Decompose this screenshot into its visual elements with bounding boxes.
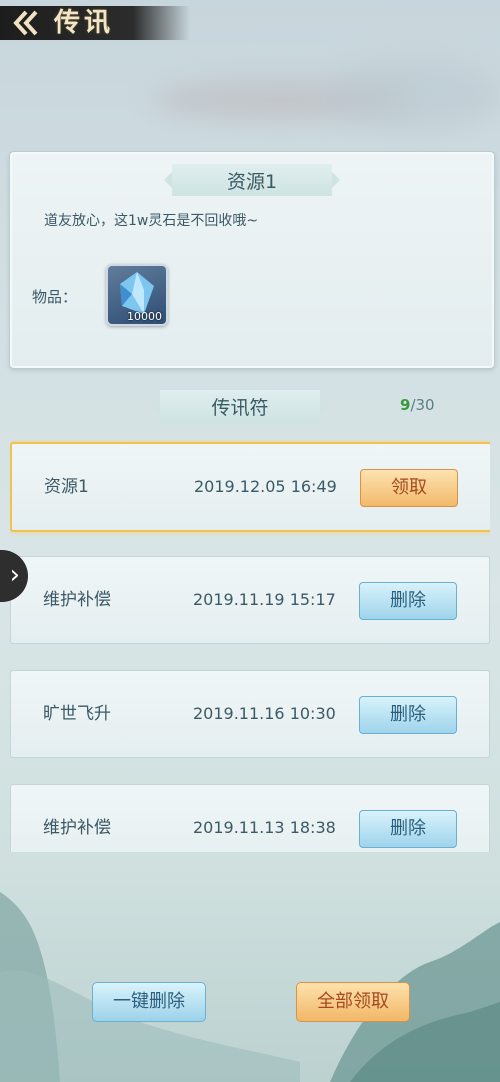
top-bar: 传讯 (0, 0, 260, 46)
chevron-right-icon: › (9, 560, 20, 590)
list-item[interactable]: 维护补偿 2019.11.19 15:17 删除 (10, 556, 490, 644)
list-title: 传讯符 (211, 396, 269, 419)
message-count-current: 9 (400, 396, 411, 414)
detail-title: 资源1 (226, 170, 278, 193)
list-item[interactable]: 旷世飞升 2019.11.16 10:30 删除 (10, 670, 490, 758)
list-title-ribbon: 传讯符 (152, 390, 328, 422)
detail-title-ribbon: 资源1 (164, 164, 340, 196)
message-count: 9/30 (400, 396, 435, 414)
delete-button[interactable]: 删除 (359, 582, 457, 620)
page-title: 传讯 (54, 8, 115, 38)
delete-all-button[interactable]: 一键删除 (92, 982, 206, 1022)
back-arrow-icon[interactable] (10, 8, 44, 38)
message-title: 维护补偿 (43, 590, 111, 610)
message-date: 2019.12.05 16:49 (194, 477, 337, 496)
message-count-total: /30 (410, 396, 435, 414)
reward-item-slot[interactable]: 10000 (106, 264, 168, 326)
item-count: 10000 (127, 310, 162, 323)
list-item[interactable]: 维护补偿 2019.11.13 18:38 删除 (10, 784, 490, 852)
message-date: 2019.11.13 18:38 (193, 818, 336, 837)
items-label: 物品： (32, 288, 78, 306)
claim-button[interactable]: 领取 (360, 469, 458, 507)
claim-all-button[interactable]: 全部领取 (296, 982, 410, 1022)
ink-mist-decoration (330, 60, 500, 130)
message-title: 资源1 (44, 477, 89, 497)
delete-button[interactable]: 删除 (359, 696, 457, 734)
message-list[interactable]: 资源1 2019.12.05 16:49 领取 维护补偿 2019.11.19 … (10, 440, 490, 852)
message-date: 2019.11.19 15:17 (193, 590, 336, 609)
mountain-landscape-decoration (0, 892, 500, 1082)
detail-message: 道友放心，这1w灵石是不回收哦~ (44, 213, 259, 229)
message-title: 旷世飞升 (43, 704, 111, 724)
list-item[interactable]: 资源1 2019.12.05 16:49 领取 (10, 442, 490, 532)
message-date: 2019.11.16 10:30 (193, 704, 336, 723)
delete-button[interactable]: 删除 (359, 810, 457, 848)
message-detail-panel: 资源1 道友放心，这1w灵石是不回收哦~ (10, 152, 494, 368)
message-title: 维护补偿 (43, 818, 111, 838)
